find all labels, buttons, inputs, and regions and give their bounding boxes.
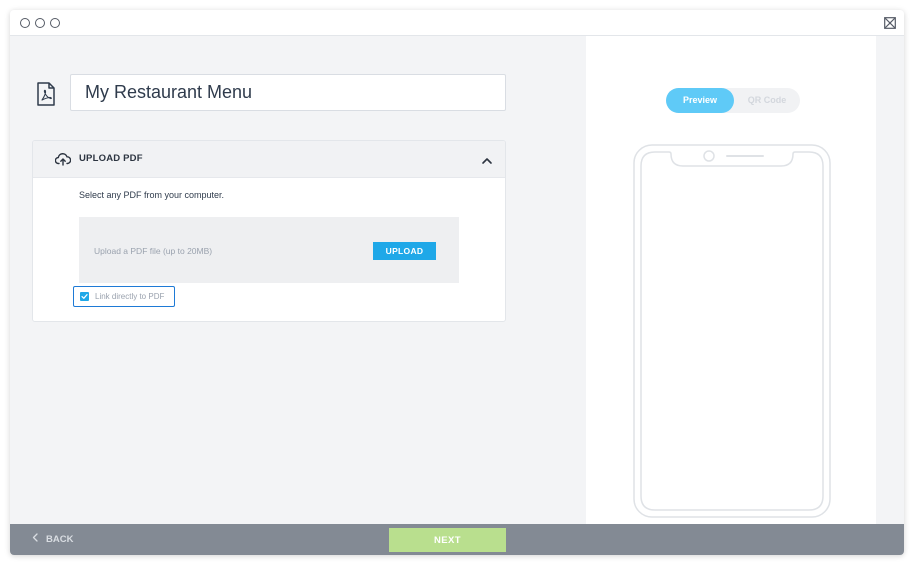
upload-button[interactable]: UPLOAD xyxy=(373,242,436,260)
chevron-up-icon[interactable] xyxy=(481,153,493,164)
preview-toggle: Preview QR Code xyxy=(666,88,800,113)
link-directly-checkbox[interactable]: Link directly to PDF xyxy=(73,286,175,307)
cloud-upload-icon xyxy=(54,152,72,166)
back-label: BACK xyxy=(46,534,74,545)
upload-helper-text: Select any PDF from your computer. xyxy=(79,190,225,200)
tab-preview[interactable]: Preview xyxy=(666,88,734,113)
menu-title-input[interactable] xyxy=(70,74,506,111)
next-button[interactable]: NEXT xyxy=(389,528,506,552)
app-window: UPLOAD PDF Select any PDF from your comp… xyxy=(10,10,904,555)
footer-bar: BACK NEXT xyxy=(10,524,904,555)
circle-icon[interactable] xyxy=(35,18,45,28)
upload-pdf-card: UPLOAD PDF Select any PDF from your comp… xyxy=(32,140,506,322)
title-bar xyxy=(10,10,904,36)
link-directly-label: Link directly to PDF xyxy=(95,292,165,301)
dropzone-text: Upload a PDF file (up to 20MB) xyxy=(94,246,213,256)
back-button[interactable]: BACK xyxy=(32,533,73,547)
chevron-left-icon xyxy=(32,533,38,545)
preview-panel: Preview QR Code xyxy=(586,36,876,524)
upload-pdf-title: UPLOAD PDF xyxy=(79,153,143,164)
upload-pdf-header[interactable]: UPLOAD PDF xyxy=(33,141,505,178)
circle-icon[interactable] xyxy=(50,18,60,28)
preview-gutter xyxy=(876,36,904,524)
pdf-dropzone[interactable]: Upload a PDF file (up to 20MB) UPLOAD xyxy=(79,217,459,283)
close-box-icon[interactable] xyxy=(884,16,896,29)
editor-panel: UPLOAD PDF Select any PDF from your comp… xyxy=(10,36,586,524)
circle-icon[interactable] xyxy=(20,18,30,28)
checkbox-checked-icon[interactable] xyxy=(80,292,89,301)
tab-qr-code[interactable]: QR Code xyxy=(734,88,800,113)
phone-frame xyxy=(633,144,831,518)
pdf-icon xyxy=(36,82,56,106)
